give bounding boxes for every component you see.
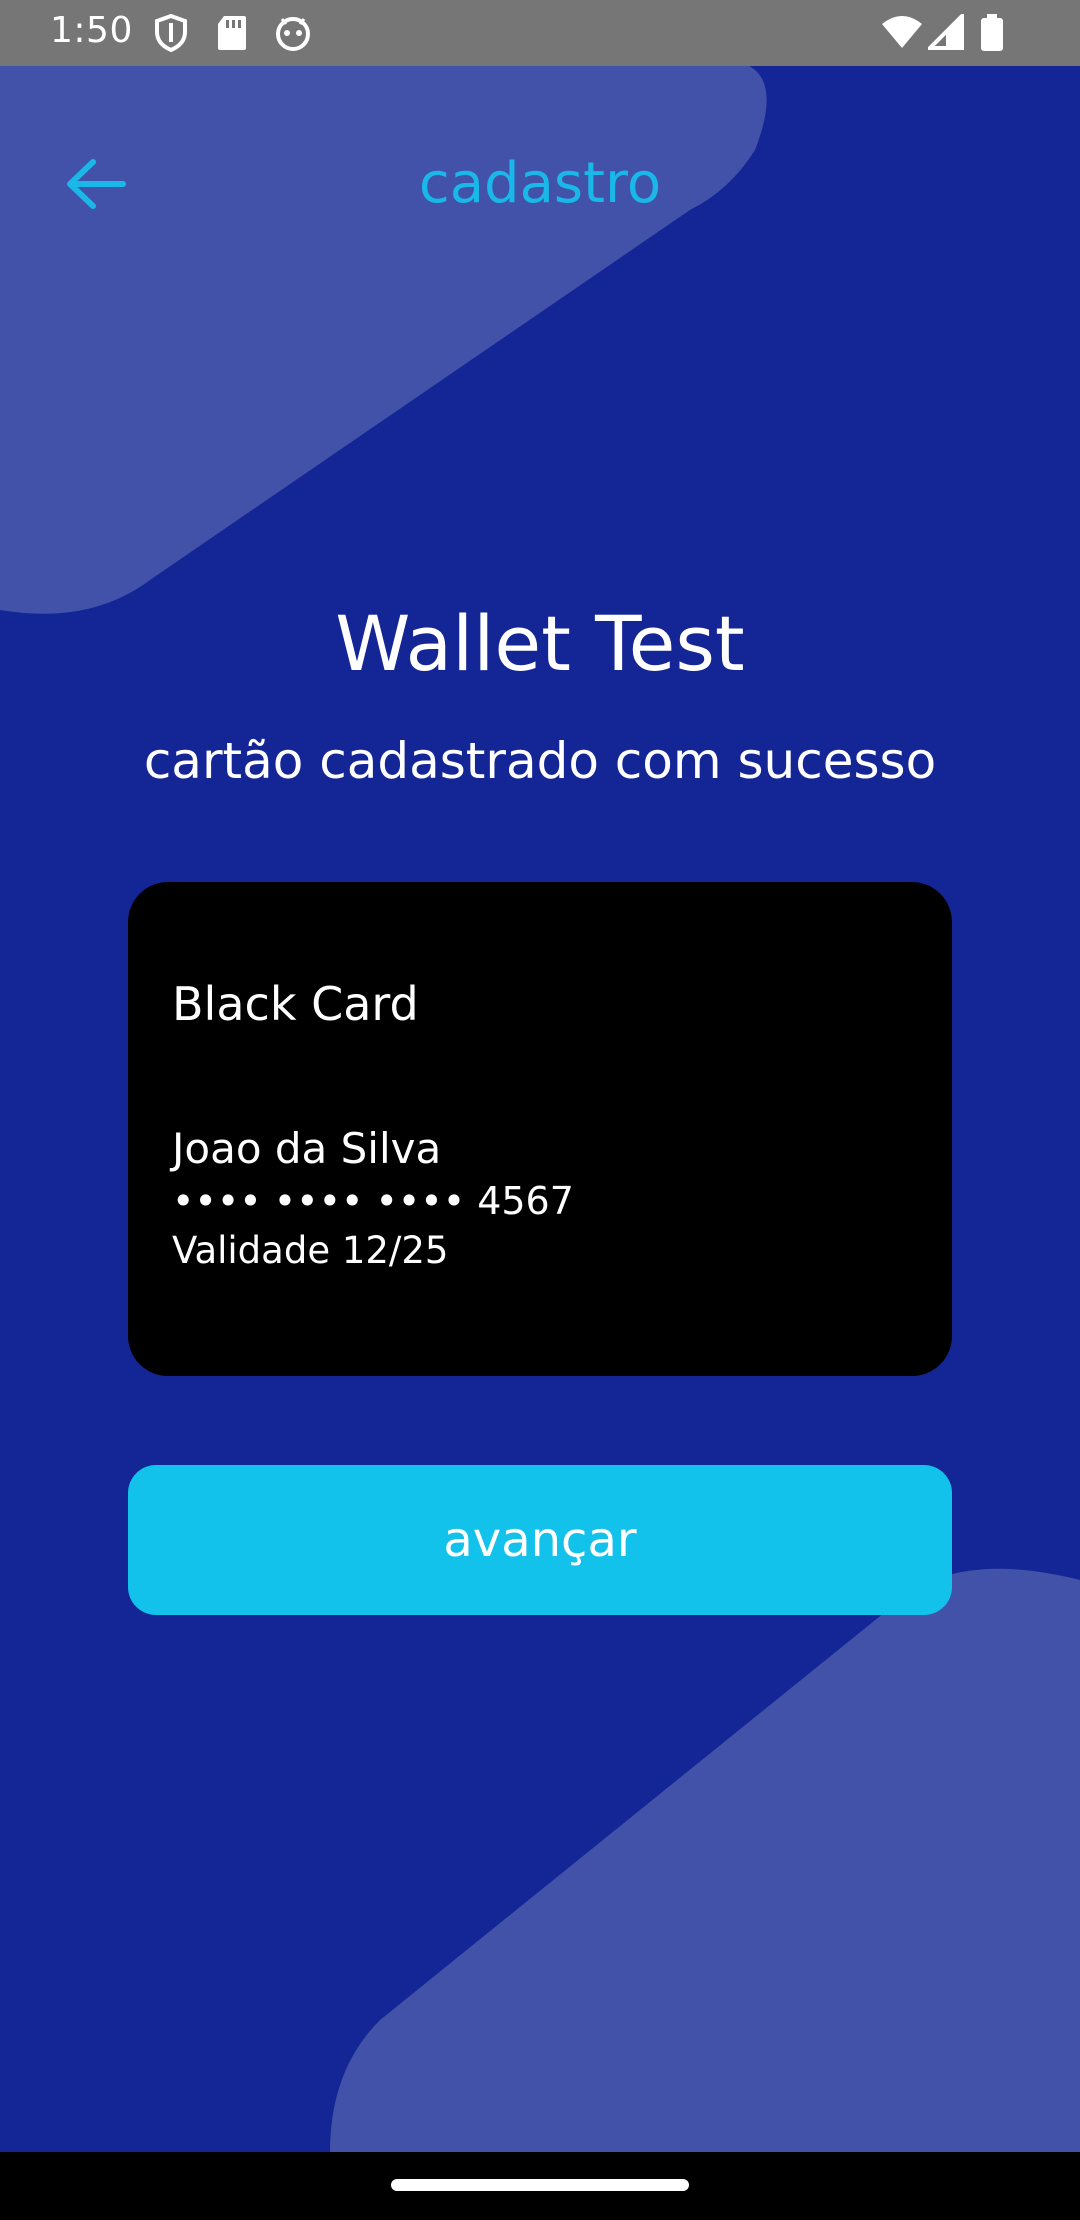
page-title: cadastro [418,151,662,216]
card-validity: Validade 12/25 [172,1229,449,1272]
android-debug-icon [274,14,312,56]
card-number: •••• •••• •••• 4567 [172,1179,574,1223]
sd-card-icon [216,14,248,56]
top-left-decor-shape [0,60,767,614]
screen: 1:50 cadastro Wallet Test cartão cadastr… [0,0,1080,2220]
battery-icon [980,14,1004,56]
success-message: cartão cadastrado com sucesso [143,732,937,790]
bottom-right-decor-shape [330,1568,1080,2152]
advance-button[interactable]: avançar [128,1465,952,1615]
wifi-icon [880,14,924,54]
cell-signal-icon [925,11,964,54]
status-bar: 1:50 [0,0,1080,66]
home-indicator[interactable] [391,2179,689,2191]
card-holder-name: Joao da Silva [172,1124,442,1173]
app-title: Wallet Test [335,599,745,688]
credit-card: Black Card Joao da Silva •••• •••• •••• … [128,882,952,1376]
card-name: Black Card [172,977,419,1031]
shield-icon [154,13,188,56]
status-time: 1:50 [50,10,133,51]
